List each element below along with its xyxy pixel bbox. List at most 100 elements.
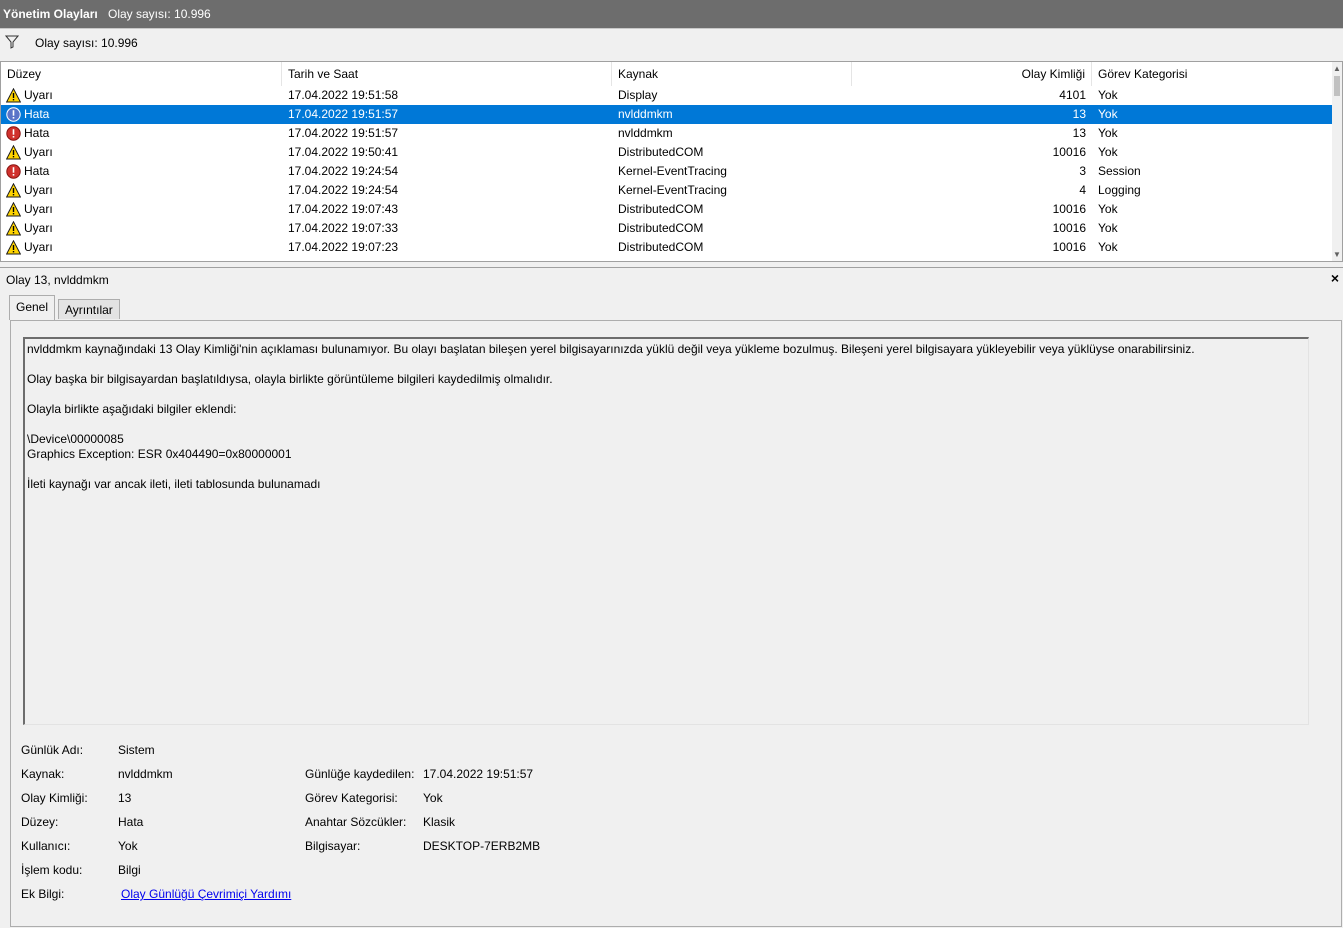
description-line: Olayla birlikte aşağıdaki bilgiler eklen… <box>27 402 237 416</box>
description-line: Olay başka bir bilgisayardan başlatıldıy… <box>27 372 553 386</box>
filter-icon[interactable] <box>5 35 19 49</box>
cell-datetime: 17.04.2022 19:24:54 <box>288 164 399 178</box>
property-label: Günlük Adı: <box>21 743 84 757</box>
table-row[interactable]: Uyarı 17.04.2022 19:24:54 Kernel-EventTrac… <box>1 181 1333 200</box>
cell-level: Hata <box>24 107 50 121</box>
error-icon <box>6 164 21 179</box>
view-title: Yönetim Olayları <box>3 7 98 21</box>
scroll-down-icon[interactable]: ▼ <box>1333 250 1341 259</box>
cell-level: Uyarı <box>24 221 53 235</box>
cell-datetime: 17.04.2022 19:50:41 <box>288 145 399 159</box>
cell-task-category: Session <box>1098 164 1141 178</box>
table-row[interactable]: Uyarı 17.04.2022 19:07:23 DistributedCOM 10… <box>1 238 1333 257</box>
filter-bar: Olay sayısı: 10.996 <box>0 29 1343 61</box>
event-description[interactable]: nvlddmkm kaynağındaki 13 Olay Kimliği'ni… <box>23 337 1309 725</box>
description-line: İleti kaynağı var ancak ileti, ileti tab… <box>27 477 321 491</box>
property-label: İşlem kodu: <box>21 863 83 877</box>
cell-level: Hata <box>24 126 50 140</box>
property-label: Düzey: <box>21 815 59 829</box>
cell-event-id: 13 <box>1072 107 1086 121</box>
cell-level: Uyarı <box>24 240 53 254</box>
cell-task-category: Yok <box>1098 126 1118 140</box>
cell-datetime: 17.04.2022 19:51:58 <box>288 88 399 102</box>
cell-datetime: 17.04.2022 19:24:54 <box>288 183 399 197</box>
property-value: nvlddmkm <box>118 767 173 781</box>
table-row[interactable]: Uyarı 17.04.2022 19:07:43 DistributedCOM 10… <box>1 200 1333 219</box>
cell-datetime: 17.04.2022 19:07:33 <box>288 221 399 235</box>
property-label: Ek Bilgi: <box>21 887 65 901</box>
table-row[interactable]: Uyarı 17.04.2022 19:50:41 DistributedCOM 10… <box>1 143 1333 162</box>
scroll-thumb[interactable] <box>1334 76 1340 96</box>
cell-level: Uyarı <box>24 202 53 216</box>
description-line: \Device\00000085 <box>27 432 124 446</box>
online-help-link[interactable]: Olay Günlüğü Çevrimiçi Yardımı <box>121 887 291 901</box>
cell-event-id: 10016 <box>1052 240 1086 254</box>
cell-level: Uyarı <box>24 183 53 197</box>
table-row[interactable]: Hata 17.04.2022 19:51:57 nvlddmkm 13 Yok <box>1 105 1333 124</box>
cell-source: nvlddmkm <box>618 126 673 140</box>
property-value: Klasik <box>423 815 456 829</box>
warning-icon <box>6 88 21 103</box>
detail-tabs: Genel Ayrıntılar <box>0 295 1343 321</box>
cell-source: Display <box>618 88 658 102</box>
cell-source: nvlddmkm <box>618 107 673 121</box>
table-row[interactable]: Hata 17.04.2022 19:24:54 Kernel-EventTraci… <box>1 162 1333 181</box>
property-value: DESKTOP-7ERB2MB <box>423 839 541 853</box>
property-value: Yok <box>423 791 443 805</box>
table-row[interactable]: Hata 17.04.2022 19:51:57 nvlddmkm 13 Yok <box>1 124 1333 143</box>
cell-event-id: 4101 <box>1059 88 1086 102</box>
event-list-scrollbar[interactable]: ▲ ▼ <box>1332 62 1342 261</box>
error-icon <box>6 107 21 122</box>
cell-task-category: Yok <box>1098 221 1118 235</box>
column-header-source[interactable]: Kaynak <box>612 62 852 86</box>
tab-general[interactable]: Genel <box>9 295 56 320</box>
filter-event-count: Olay sayısı: 10.996 <box>35 36 138 50</box>
property-value: 13 <box>118 791 132 805</box>
detail-title: Olay 13, nvlddmkm <box>6 273 109 287</box>
cell-event-id: 10016 <box>1052 145 1086 159</box>
cell-source: Kernel-EventTracing <box>618 183 727 197</box>
event-count-header: Olay sayısı: 10.996 <box>108 7 211 21</box>
property-label: Anahtar Sözcükler: <box>305 815 407 829</box>
cell-task-category: Yok <box>1098 145 1118 159</box>
column-header-task-category[interactable]: Görev Kategorisi <box>1092 62 1334 86</box>
column-header-event-id[interactable]: Olay Kimliği <box>852 62 1092 86</box>
warning-icon <box>6 183 21 198</box>
scroll-up-icon[interactable]: ▲ <box>1333 64 1341 73</box>
error-icon <box>6 126 21 141</box>
table-row[interactable]: Uyarı 17.04.2022 19:07:33 DistributedCOM 10… <box>1 219 1333 238</box>
cell-datetime: 17.04.2022 19:07:43 <box>288 202 399 216</box>
cell-event-id: 3 <box>1079 164 1086 178</box>
pane-splitter[interactable] <box>0 262 1343 268</box>
property-value: Hata <box>118 815 144 829</box>
tab-details[interactable]: Ayrıntılar <box>58 299 120 319</box>
cell-event-id: 10016 <box>1052 221 1086 235</box>
property-label: Bilgisayar: <box>305 839 361 853</box>
property-label: Günlüğe kaydedilen: <box>305 767 415 781</box>
event-list[interactable]: Düzey Tarih ve Saat Kaynak Olay Kimliği … <box>0 61 1343 262</box>
warning-icon <box>6 240 21 255</box>
column-header-datetime[interactable]: Tarih ve Saat <box>282 62 612 86</box>
property-value: 17.04.2022 19:51:57 <box>423 767 534 781</box>
cell-datetime: 17.04.2022 19:51:57 <box>288 126 399 140</box>
cell-datetime: 17.04.2022 19:51:57 <box>288 107 399 121</box>
cell-task-category: Yok <box>1098 107 1118 121</box>
close-icon[interactable]: × <box>1331 270 1339 286</box>
cell-level: Uyarı <box>24 145 53 159</box>
table-row[interactable]: Uyarı 17.04.2022 19:51:58 Display 4101 Yok <box>1 86 1333 105</box>
property-label: Kullanıcı: <box>21 839 71 853</box>
cell-event-id: 4 <box>1079 183 1086 197</box>
cell-event-id: 13 <box>1072 126 1086 140</box>
description-line: Graphics Exception: ESR 0x404490=0x80000… <box>27 447 292 461</box>
warning-icon <box>6 145 21 160</box>
cell-datetime: 17.04.2022 19:07:23 <box>288 240 399 254</box>
description-line: nvlddmkm kaynağındaki 13 Olay Kimliği'ni… <box>27 342 1195 356</box>
column-header-level[interactable]: Düzey <box>1 62 282 86</box>
cell-task-category: Logging <box>1098 183 1141 197</box>
warning-icon <box>6 202 21 217</box>
property-label: Kaynak: <box>21 767 65 781</box>
cell-source: DistributedCOM <box>618 221 704 235</box>
property-label: Görev Kategorisi: <box>305 791 398 805</box>
cell-source: DistributedCOM <box>618 240 704 254</box>
cell-task-category: Yok <box>1098 240 1118 254</box>
